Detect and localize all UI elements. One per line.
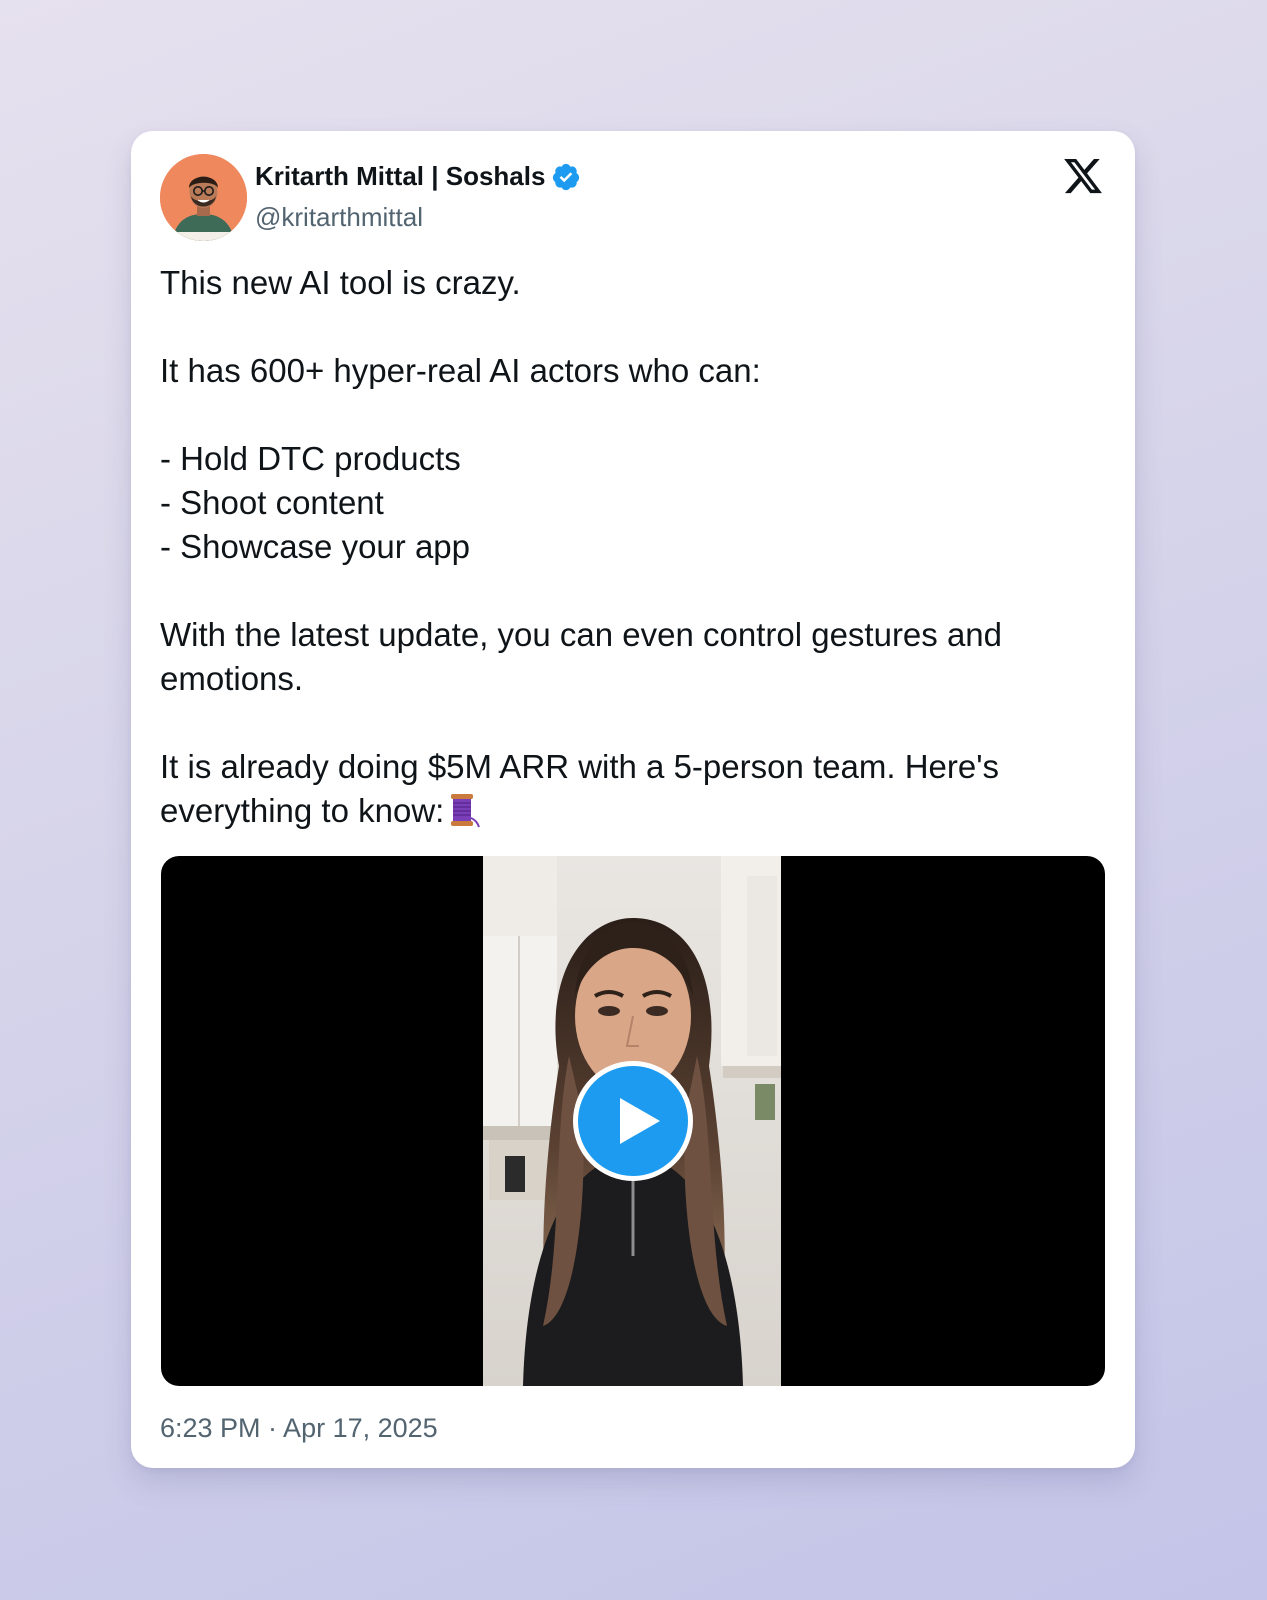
tweet-card: Kritarth Mittal | Soshals @kritarthmitta…	[131, 131, 1135, 1468]
tweet-line: It has 600+ hyper-real AI actors who can…	[160, 352, 761, 389]
tweet-line: - Shoot content	[160, 484, 384, 521]
tweet-body: This new AI tool is crazy. It has 600+ h…	[160, 261, 1110, 839]
x-logo-icon[interactable]	[1062, 155, 1104, 197]
play-button[interactable]	[573, 1061, 693, 1181]
tweet-line: - Hold DTC products	[160, 440, 461, 477]
play-icon	[620, 1098, 660, 1144]
tweet-line: With the latest update, you can even con…	[160, 616, 1003, 653]
tweet-line: emotions.	[160, 660, 304, 697]
author-handle[interactable]: @kritarthmittal	[255, 202, 423, 233]
avatar[interactable]	[160, 154, 247, 241]
thread-spool-icon	[448, 792, 481, 839]
tweet-timestamp[interactable]: 6:23 PM · Apr 17, 2025	[160, 1413, 438, 1444]
author-display-name[interactable]: Kritarth Mittal | Soshals	[255, 161, 581, 192]
video-player[interactable]	[161, 856, 1105, 1386]
verified-badge-icon	[551, 162, 581, 192]
tweet-line-last: everything to know:	[160, 789, 1110, 839]
tweet-line: This new AI tool is crazy.	[160, 264, 521, 301]
tweet-line: It is already doing $5M ARR with a 5-per…	[160, 748, 1000, 785]
tweet-line: - Showcase your app	[160, 528, 471, 565]
tweet-line-text: everything to know:	[160, 792, 445, 829]
author-name-text: Kritarth Mittal | Soshals	[255, 161, 546, 191]
